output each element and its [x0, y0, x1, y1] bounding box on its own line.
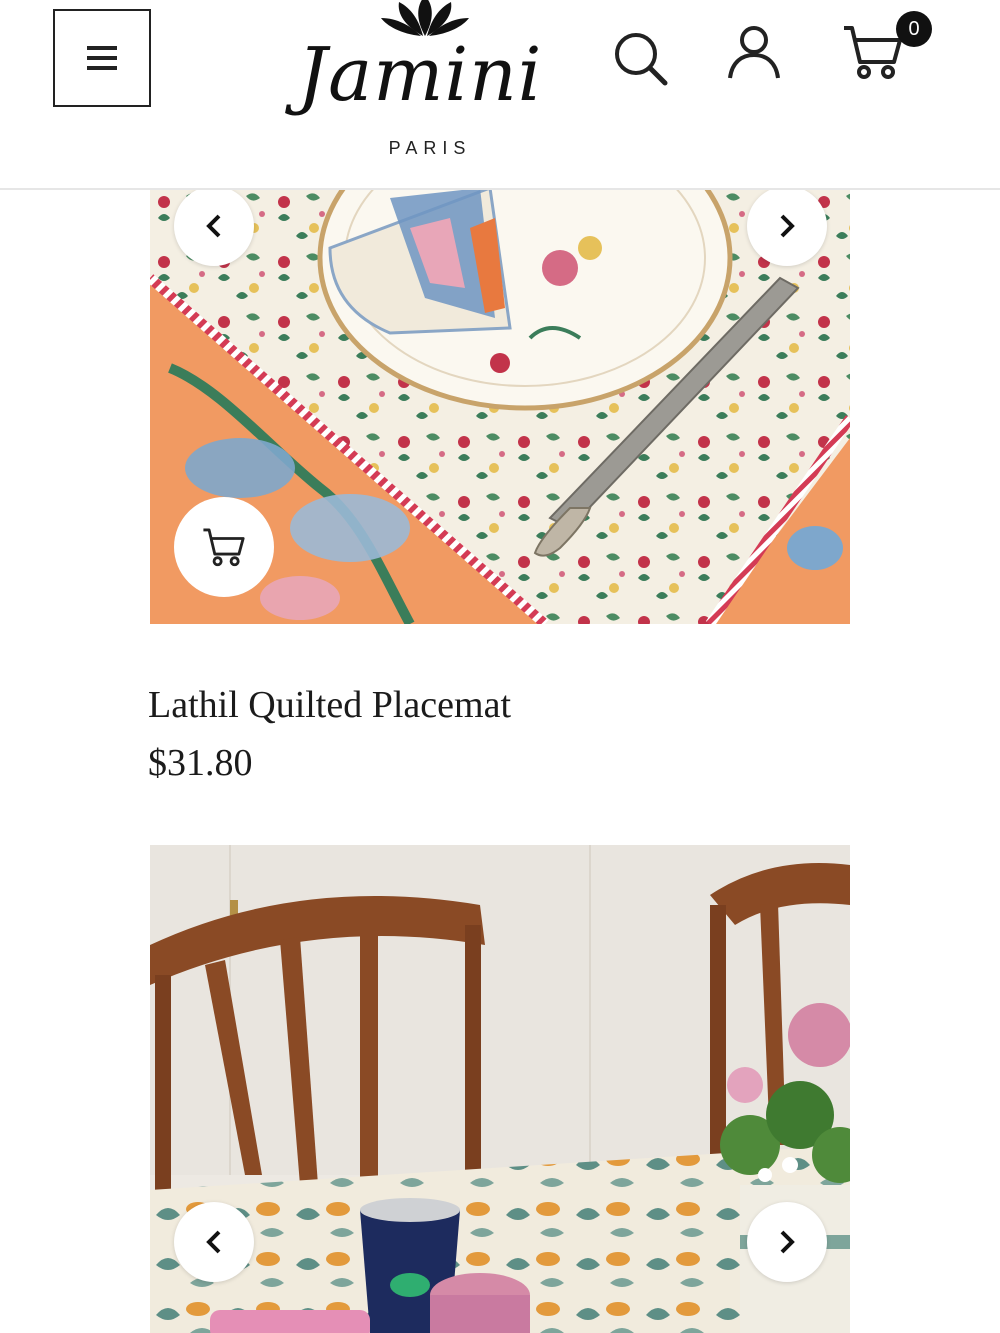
menu-button[interactable]: [53, 9, 151, 107]
product-price: $31.80: [148, 742, 253, 784]
dining-table-photo: [150, 845, 850, 1333]
brand-name: Jamini: [297, 32, 543, 118]
add-to-cart-button[interactable]: [174, 497, 274, 597]
brand-logo[interactable]: Jamini PARIS: [280, 0, 560, 170]
product-2-next-button[interactable]: [747, 1202, 827, 1282]
product-image-dining-table[interactable]: [150, 845, 850, 1333]
product-title[interactable]: Lathil Quilted Placemat: [148, 683, 511, 727]
chevron-left-icon: [206, 214, 221, 238]
chevron-right-icon: [780, 1230, 795, 1254]
hamburger-menu-icon: [87, 46, 117, 70]
chevron-left-icon: [206, 1230, 221, 1254]
product-1-next-button[interactable]: [747, 186, 827, 266]
cart-icon: [203, 528, 245, 567]
product-2-prev-button[interactable]: [174, 1202, 254, 1282]
chevron-right-icon: [780, 214, 795, 238]
user-icon[interactable]: [726, 24, 782, 80]
brand-subtitle: PARIS: [388, 138, 472, 158]
search-icon[interactable]: [612, 30, 670, 88]
cart-icon[interactable]: [842, 24, 904, 80]
site-header: Jamini PARIS 0: [0, 0, 1000, 190]
product-1-prev-button[interactable]: [174, 186, 254, 266]
cart-count-badge: 0: [896, 11, 932, 47]
